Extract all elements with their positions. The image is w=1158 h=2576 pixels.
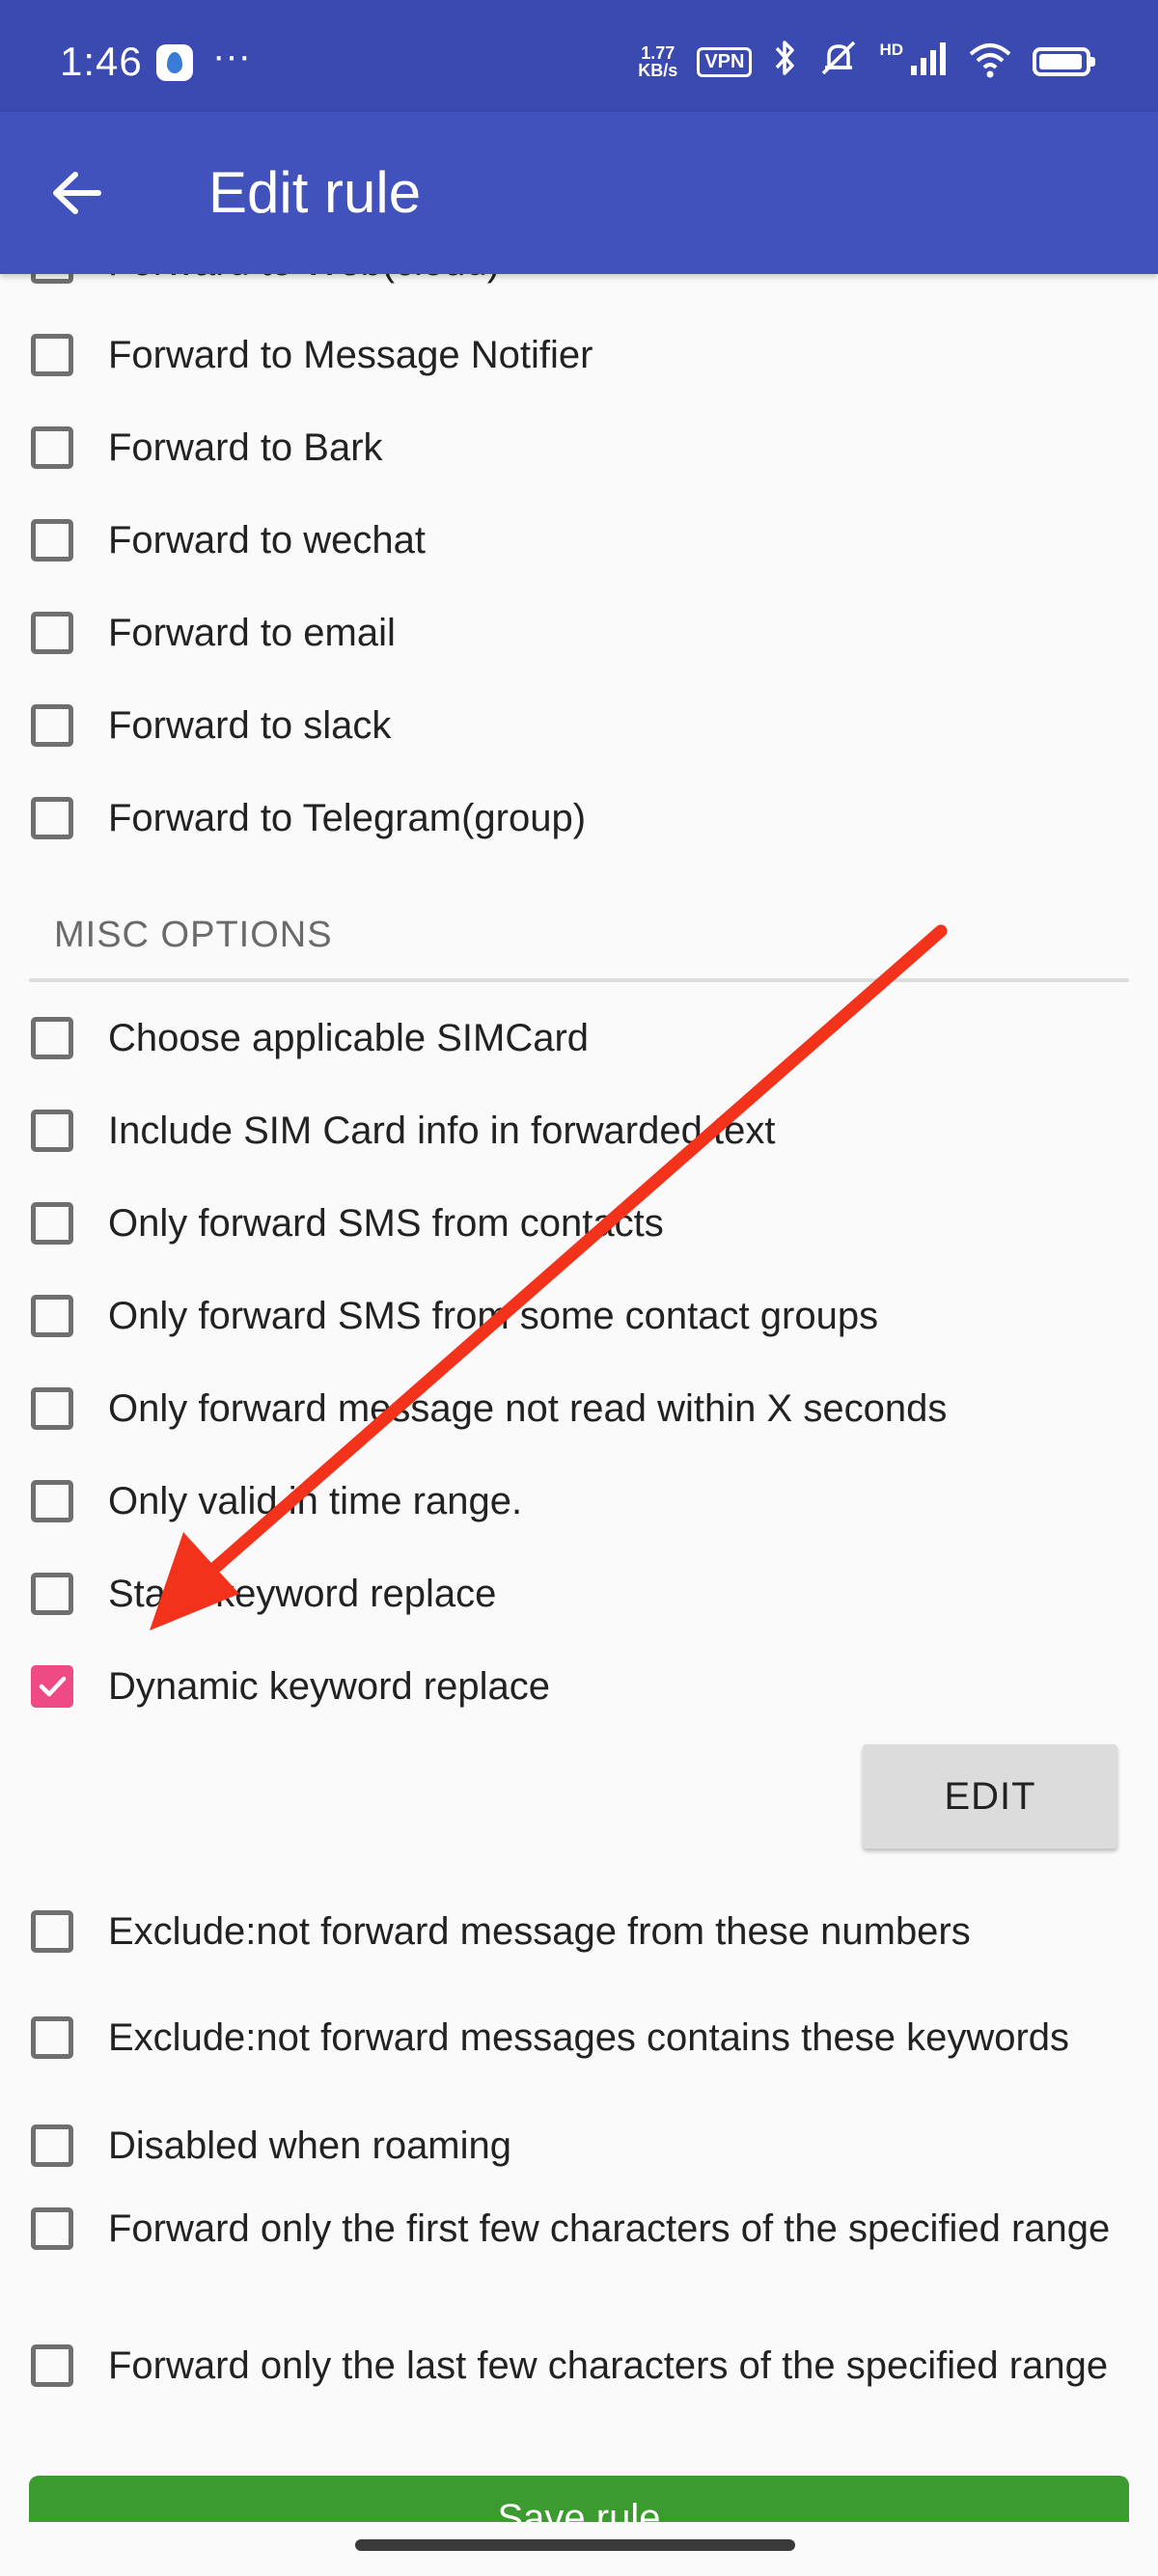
option-row-forward-bark[interactable]: Forward to Bark (31, 421, 383, 475)
option-label: Forward to Message Notifier (108, 334, 593, 376)
checkbox[interactable] (31, 274, 73, 284)
checkbox[interactable] (31, 704, 73, 747)
rule-form: Forward to Web(cloud) Forward to Message… (0, 274, 1158, 2522)
checkbox[interactable] (31, 797, 73, 839)
bluetooth-icon (771, 39, 798, 86)
option-label: Forward to wechat (108, 519, 427, 562)
checkbox[interactable] (31, 1910, 73, 1953)
vpn-icon: VPN (697, 46, 753, 77)
option-label: Only valid in time range. (108, 1480, 523, 1522)
option-label: Static keyword replace (108, 1573, 497, 1615)
checkbox[interactable] (31, 519, 73, 562)
checkmark-icon (39, 1676, 67, 1697)
checkbox[interactable] (31, 1017, 73, 1059)
option-row-forward-telegram-group[interactable]: Forward to Telegram(group) (31, 791, 586, 845)
option-label: Only forward SMS from contacts (108, 1202, 664, 1245)
option-label: Forward to slack (108, 704, 392, 747)
option-row-forward-web[interactable]: Forward to Web(cloud) (31, 274, 500, 289)
app-bar: Edit rule (0, 112, 1158, 274)
option-row-forward-message-notifier[interactable]: Forward to Message Notifier (31, 328, 593, 382)
option-row-forward-email[interactable]: Forward to email (31, 606, 396, 660)
option-label: Choose applicable SIMCard (108, 1017, 590, 1059)
option-row-choose-simcard[interactable]: Choose applicable SIMCard (31, 1011, 589, 1065)
back-arrow-icon (53, 172, 101, 214)
checkbox[interactable] (31, 1480, 73, 1522)
option-label: Dynamic keyword replace (108, 1665, 550, 1708)
option-row-exclude-keywords[interactable]: Exclude:not forward messages contains th… (31, 2011, 1069, 2065)
option-row-not-read-within-seconds[interactable]: Only forward message not read within X s… (31, 1382, 947, 1436)
checkbox[interactable] (31, 1387, 73, 1430)
option-label: Exclude:not forward message from these n… (108, 1910, 971, 1953)
option-row-forward-wechat[interactable]: Forward to wechat (31, 513, 426, 567)
option-label: Forward to email (108, 612, 396, 654)
option-row-first-characters[interactable]: Forward only the first few characters of… (31, 2202, 1121, 2256)
option-label: Only forward SMS from some contact group… (108, 1295, 879, 1337)
mute-icon (817, 39, 860, 86)
section-divider (29, 978, 1129, 982)
page-title: Edit rule (208, 160, 422, 225)
option-row-forward-slack[interactable]: Forward to slack (31, 699, 391, 753)
option-label: Only forward message not read within X s… (108, 1387, 948, 1430)
option-label: Forward to Telegram(group) (108, 797, 587, 839)
checkbox-checked[interactable] (31, 1665, 73, 1708)
checkbox[interactable] (31, 1573, 73, 1615)
option-row-static-keyword-replace[interactable]: Static keyword replace (31, 1567, 496, 1621)
checkbox[interactable] (31, 612, 73, 654)
home-indicator[interactable] (355, 2539, 795, 2551)
checkbox[interactable] (31, 2344, 73, 2387)
battery-icon (1033, 47, 1095, 76)
checkbox[interactable] (31, 1202, 73, 1245)
checkbox[interactable] (31, 2124, 73, 2167)
option-label: Disabled when roaming (108, 2124, 512, 2167)
edit-button[interactable]: EDIT (863, 1744, 1117, 1849)
status-icons: 1.77 KB/s VPN HD (638, 39, 1095, 86)
status-time: 1:46 (60, 39, 143, 84)
section-title-misc-options: MISC OPTIONS (54, 915, 333, 955)
checkbox[interactable] (31, 1110, 73, 1152)
hd-label: HD (879, 41, 903, 59)
option-label: Forward only the last few characters of … (108, 2344, 1109, 2387)
network-speed: 1.77 KB/s (638, 43, 678, 80)
option-row-dynamic-keyword-replace[interactable]: Dynamic keyword replace (31, 1659, 550, 1713)
app-notification-icon (156, 44, 193, 81)
option-label: Forward to Web(cloud) (108, 274, 500, 289)
status-bar: 1:46 ··· 1.77 KB/s VPN HD (0, 0, 1158, 112)
checkbox[interactable] (31, 2207, 73, 2250)
option-row-only-contact-groups[interactable]: Only forward SMS from some contact group… (31, 1289, 878, 1343)
checkbox[interactable] (31, 334, 73, 376)
checkbox[interactable] (31, 2016, 73, 2059)
option-row-include-sim-info[interactable]: Include SIM Card info in forwarded text (31, 1104, 775, 1158)
option-row-only-contacts[interactable]: Only forward SMS from contacts (31, 1196, 664, 1250)
save-rule-button[interactable]: Save rule (29, 2476, 1129, 2522)
option-row-exclude-numbers[interactable]: Exclude:not forward message from these n… (31, 1905, 971, 1959)
more-notifications-icon: ··· (212, 35, 251, 77)
signal-icon (909, 41, 948, 84)
option-row-disabled-roaming[interactable]: Disabled when roaming (31, 2119, 511, 2173)
navigation-bar (0, 2522, 1158, 2576)
wifi-icon (967, 41, 1013, 84)
option-label: Forward to Bark (108, 426, 383, 469)
option-label: Forward only the first few characters of… (108, 2207, 1111, 2250)
option-row-last-characters[interactable]: Forward only the last few characters of … (31, 2339, 1121, 2393)
option-label: Exclude:not forward messages contains th… (108, 2016, 1070, 2059)
option-label: Include SIM Card info in forwarded text (108, 1110, 776, 1152)
back-button[interactable] (39, 154, 116, 232)
checkbox[interactable] (31, 1295, 73, 1337)
option-row-time-range[interactable]: Only valid in time range. (31, 1474, 522, 1528)
checkbox[interactable] (31, 426, 73, 469)
